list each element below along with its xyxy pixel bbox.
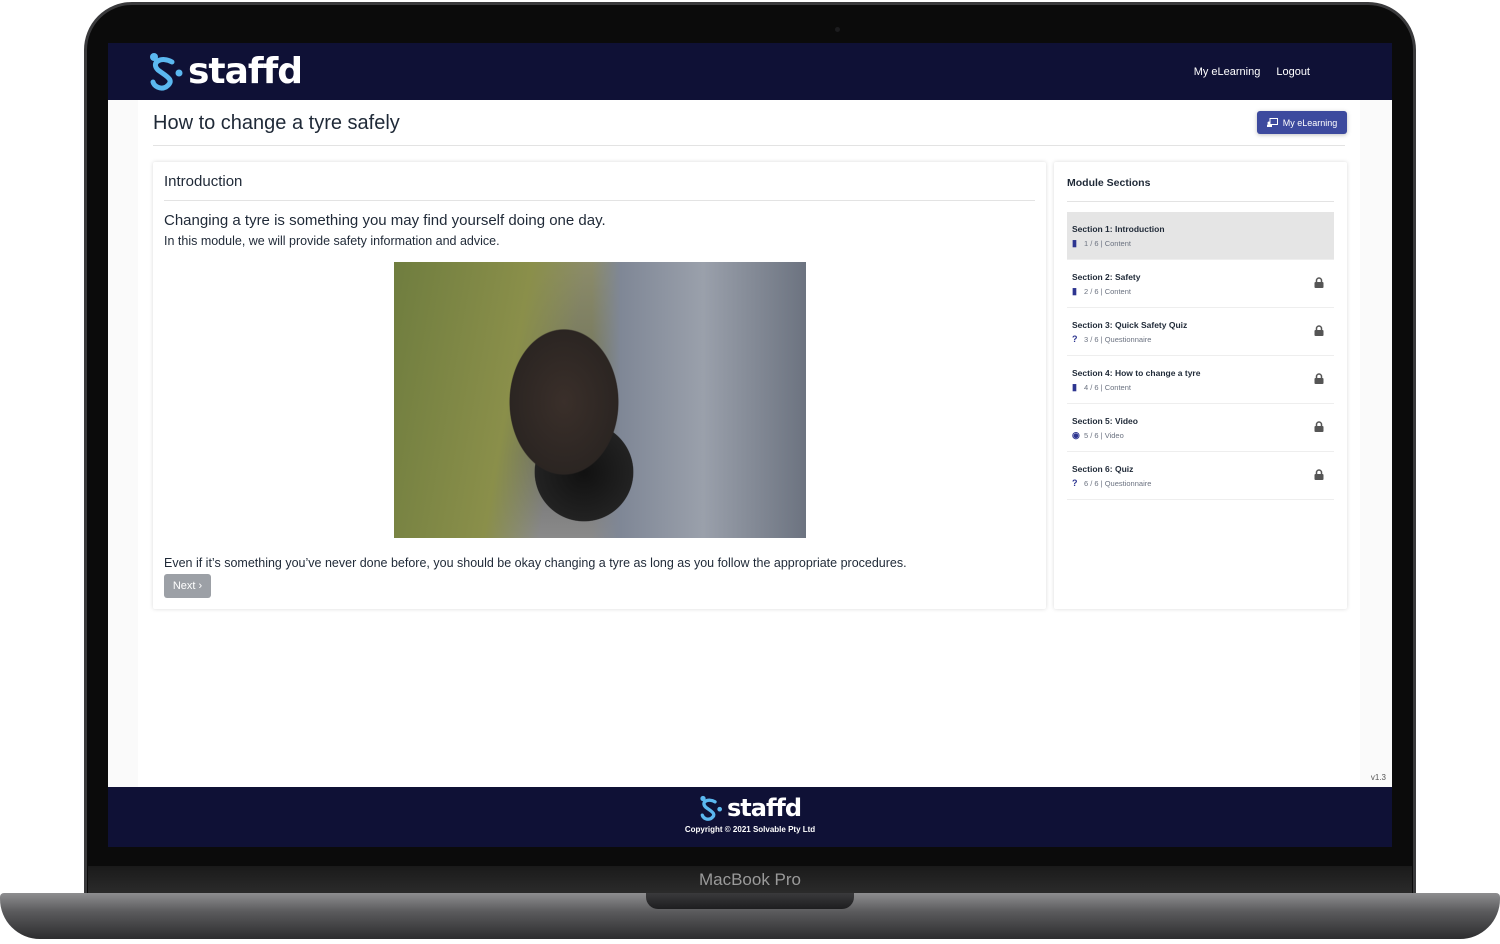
section-title: Section 2: Safety bbox=[1072, 272, 1141, 282]
chalkboard-icon bbox=[1266, 118, 1278, 127]
content-card: Introduction Changing a tyre is somethin… bbox=[153, 162, 1046, 609]
footer: staffd Copyright © 2021 Solvable Pty Ltd bbox=[108, 787, 1392, 847]
staffd-logo-icon bbox=[700, 795, 722, 821]
divider bbox=[1067, 201, 1334, 202]
brand-name: staffd bbox=[188, 51, 303, 92]
section-meta: 1 / 6 | Content bbox=[1084, 239, 1131, 248]
device-label: MacBook Pro bbox=[698, 870, 802, 889]
content-heading: Changing a tyre is something you may fin… bbox=[164, 212, 606, 229]
page-title: How to change a tyre safely bbox=[153, 112, 400, 134]
sidebar-item-section-6[interactable]: Section 6: Quiz ? 6 / 6 | Questionnaire bbox=[1067, 452, 1334, 500]
section-title: Section 5: Video bbox=[1072, 416, 1138, 426]
content-body: Even if it’s something you’ve never done… bbox=[164, 556, 907, 570]
brand-logo[interactable]: staffd bbox=[148, 51, 303, 92]
laptop-notch bbox=[646, 893, 854, 909]
section-title: Section 6: Quiz bbox=[1072, 464, 1134, 474]
navbar: staffd My eLearning Logout bbox=[108, 43, 1392, 100]
nav-my-elearning[interactable]: My eLearning bbox=[1194, 66, 1261, 78]
my-elearning-button[interactable]: My eLearning bbox=[1257, 111, 1347, 134]
staffd-logo-icon bbox=[150, 52, 183, 91]
lock-icon bbox=[1314, 277, 1324, 288]
section-meta: 4 / 6 | Content bbox=[1084, 383, 1131, 392]
footer-brand-name: staffd bbox=[726, 794, 802, 822]
file-icon: ▮ bbox=[1072, 382, 1077, 392]
next-button[interactable]: Next › bbox=[164, 574, 211, 598]
sidebar-title: Module Sections bbox=[1067, 177, 1151, 189]
section-title: Section 4: How to change a tyre bbox=[1072, 368, 1201, 378]
play-icon: ◉ bbox=[1072, 430, 1080, 440]
section-meta: 2 / 6 | Content bbox=[1084, 287, 1131, 296]
camera bbox=[835, 27, 840, 32]
footer-logo: staffd bbox=[108, 794, 1392, 822]
lock-icon bbox=[1314, 469, 1324, 480]
section-meta: 3 / 6 | Questionnaire bbox=[1084, 334, 1152, 344]
chevron-right-icon: › bbox=[198, 580, 203, 592]
file-icon: ▮ bbox=[1072, 238, 1077, 248]
file-icon: ▮ bbox=[1072, 286, 1077, 296]
page-content: How to change a tyre safely My eLearning… bbox=[138, 100, 1360, 787]
card-title: Introduction bbox=[164, 173, 243, 190]
next-label: Next bbox=[172, 580, 196, 592]
my-elearning-button-label: My eLearning bbox=[1282, 117, 1338, 128]
section-title: Section 3: Quick Safety Quiz bbox=[1072, 320, 1188, 330]
content-intro: In this module, we will provide safety i… bbox=[164, 234, 500, 248]
sidebar-item-section-1[interactable]: Section 1: Introduction ▮ 1 / 6 | Content bbox=[1067, 212, 1334, 260]
version-label: v1.3 bbox=[1370, 773, 1386, 782]
nav-logout[interactable]: Logout bbox=[1276, 66, 1310, 78]
divider bbox=[153, 145, 1345, 146]
question-icon: ? bbox=[1072, 334, 1078, 344]
divider bbox=[164, 200, 1035, 201]
sidebar-item-section-2[interactable]: Section 2: Safety ▮ 2 / 6 | Content bbox=[1067, 260, 1334, 308]
copyright: Copyright © 2021 Solvable Pty Ltd bbox=[684, 825, 816, 834]
section-title: Section 1: Introduction bbox=[1072, 224, 1165, 234]
sidebar-item-section-3[interactable]: Section 3: Quick Safety Quiz ? 3 / 6 | Qu… bbox=[1067, 308, 1334, 356]
lock-icon bbox=[1314, 373, 1324, 384]
section-meta: 5 / 6 | Video bbox=[1084, 431, 1124, 440]
screen: staffd My eLearning Logout How to change… bbox=[108, 43, 1392, 847]
question-icon: ? bbox=[1072, 478, 1078, 488]
section-meta: 6 / 6 | Questionnaire bbox=[1084, 478, 1152, 488]
sidebar-item-section-5[interactable]: Section 5: Video ◉ 5 / 6 | Video bbox=[1067, 404, 1334, 452]
lock-icon bbox=[1314, 325, 1324, 336]
lock-icon bbox=[1314, 421, 1324, 432]
tyre-change-photo bbox=[394, 262, 806, 538]
module-sections-card: Module Sections Section 1: Introduction … bbox=[1054, 162, 1347, 609]
sidebar-item-section-4[interactable]: Section 4: How to change a tyre ▮ 4 / 6 |… bbox=[1067, 356, 1334, 404]
